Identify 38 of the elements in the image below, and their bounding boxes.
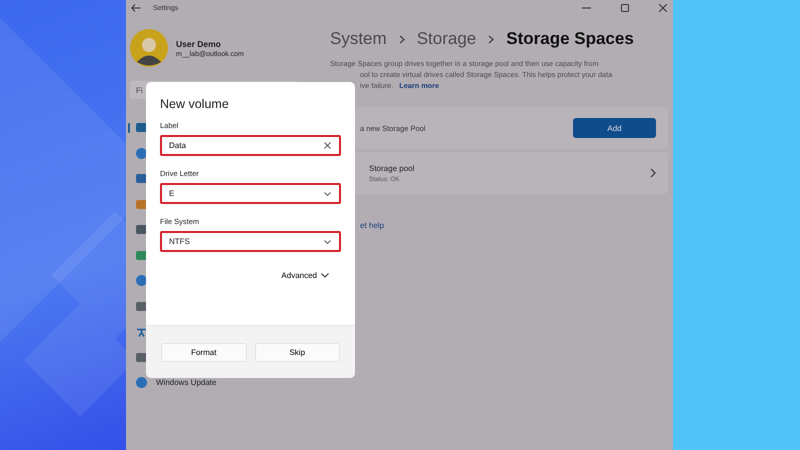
chevron-icon — [488, 34, 494, 44]
caret-icon — [324, 192, 331, 196]
maximize-icon[interactable] — [621, 4, 629, 12]
close-icon[interactable] — [659, 4, 667, 12]
dialog-button[interactable]: Skip — [254, 342, 340, 362]
breadcrumb-item[interactable]: Storage — [416, 29, 476, 49]
user-name: User Demo — [176, 38, 222, 48]
get-help-link[interactable]: et help — [360, 221, 384, 230]
dialog-title: New volume — [160, 97, 230, 111]
chevron-icon — [650, 168, 656, 178]
nav-icon[interactable] — [136, 275, 147, 286]
label-input[interactable]: Data — [160, 135, 341, 156]
nav-icon[interactable] — [136, 198, 147, 210]
clear-icon[interactable] — [324, 142, 331, 149]
nav-icon[interactable] — [136, 224, 147, 236]
search-field[interactable]: Fi — [134, 84, 300, 96]
dropdown[interactable]: NTFS — [160, 231, 341, 252]
dropdown[interactable]: E — [160, 183, 341, 204]
nav-icon[interactable] — [136, 300, 147, 312]
avatar-icon — [130, 29, 168, 67]
nav-icon[interactable] — [136, 173, 147, 184]
nav-icon[interactable] — [136, 122, 147, 134]
caret-icon — [324, 240, 331, 244]
dialog-button[interactable]: Format — [161, 342, 246, 362]
nav-icon[interactable] — [136, 326, 147, 338]
caret-icon — [321, 273, 329, 278]
chevron-icon — [398, 34, 405, 44]
add-button[interactable]: Add — [573, 118, 656, 138]
nav-item[interactable]: Windows Update — [156, 378, 216, 388]
minimize-icon[interactable] — [582, 7, 591, 9]
pool-name: Storage pool — [369, 164, 414, 172]
nav-icon[interactable] — [136, 352, 147, 363]
nav-icon[interactable] — [136, 148, 147, 159]
back-icon[interactable] — [131, 4, 141, 12]
breadcrumb-item: Storage Spaces — [506, 29, 634, 49]
breadcrumb-item[interactable]: System — [330, 29, 387, 49]
advanced-toggle[interactable]: Advanced — [279, 269, 331, 282]
nav-icon[interactable] — [136, 250, 147, 261]
